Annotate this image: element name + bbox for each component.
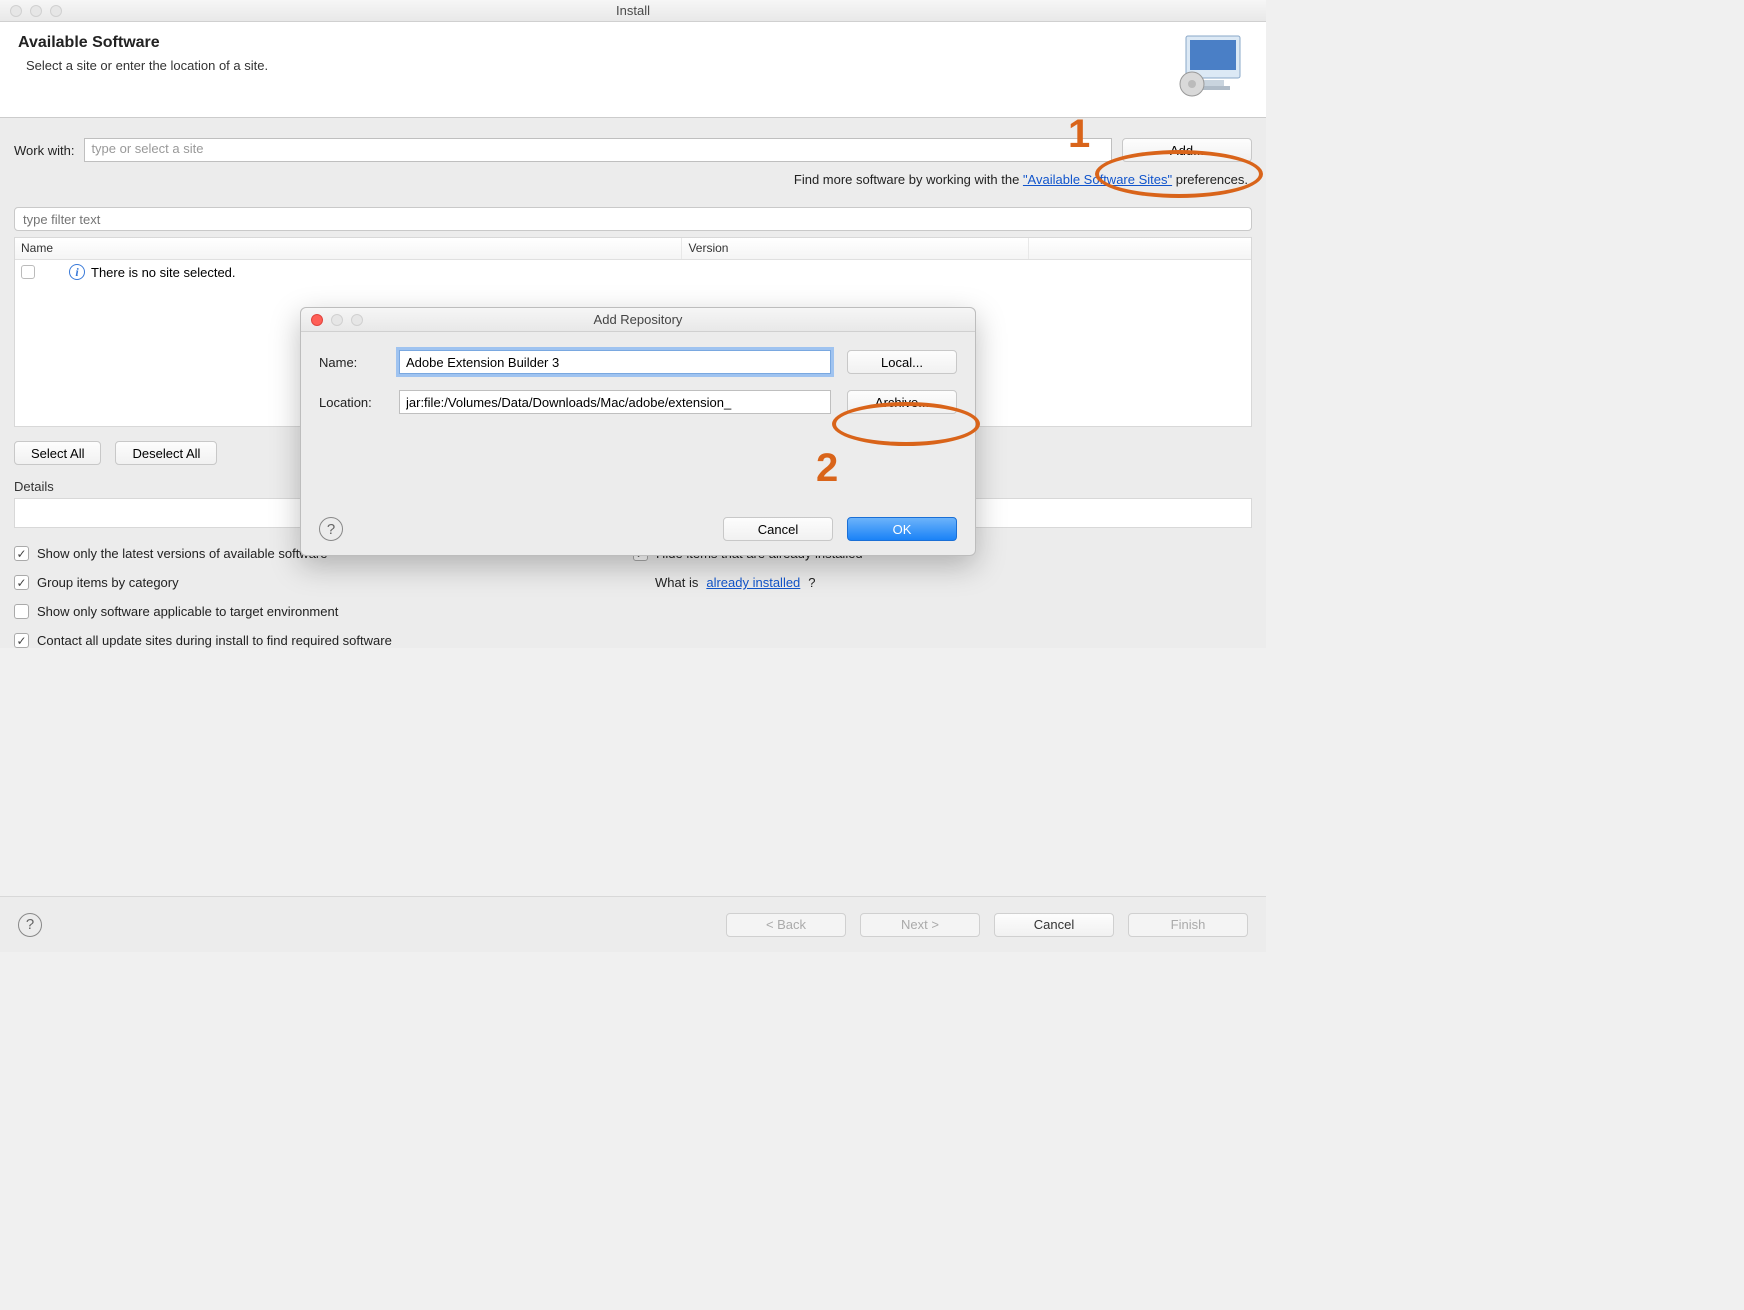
footer-buttons: < Back Next > Cancel Finish — [726, 913, 1248, 937]
empty-message: There is no site selected. — [91, 265, 236, 280]
location-row: Location: Archive... — [319, 390, 957, 414]
name-label: Name: — [319, 355, 383, 370]
dialog-ok-button[interactable]: OK — [847, 517, 957, 541]
what-is-installed: What is already installed? — [633, 575, 1252, 590]
dialog-title: Add Repository — [594, 312, 683, 327]
findmore-suffix: preferences. — [1172, 172, 1248, 187]
dialog-cancel-button[interactable]: Cancel — [723, 517, 833, 541]
dialog-traffic-lights — [301, 314, 363, 326]
table-header: Name Version — [15, 238, 1251, 260]
column-rest — [1029, 238, 1251, 259]
option-label: Show only software applicable to target … — [37, 604, 338, 619]
checkbox-icon[interactable] — [14, 546, 29, 561]
work-with-combo[interactable]: type or select a site — [84, 138, 1112, 162]
help-icon[interactable]: ? — [18, 913, 42, 937]
dialog-minimize-icon — [331, 314, 343, 326]
checkbox-icon[interactable] — [14, 633, 29, 648]
table-row: i There is no site selected. — [15, 260, 1251, 284]
option-target-environment[interactable]: Show only software applicable to target … — [14, 604, 633, 619]
install-wizard-icon — [1176, 30, 1248, 102]
whatis-suffix: ? — [808, 575, 815, 590]
dialog-zoom-icon — [351, 314, 363, 326]
close-window-icon[interactable] — [10, 5, 22, 17]
already-installed-link[interactable]: already installed — [706, 575, 800, 590]
dialog-footer: ? Cancel OK — [319, 517, 957, 541]
repository-name-input[interactable] — [399, 350, 831, 374]
name-row: Name: Local... — [319, 350, 957, 374]
location-label: Location: — [319, 395, 383, 410]
next-button: Next > — [860, 913, 980, 937]
deselect-all-button[interactable]: Deselect All — [115, 441, 217, 465]
option-contact-sites[interactable]: Contact all update sites during install … — [14, 633, 633, 648]
cancel-button[interactable]: Cancel — [994, 913, 1114, 937]
archive-button[interactable]: Archive... — [847, 390, 957, 414]
page-title: Available Software — [18, 34, 1248, 52]
option-label: Contact all update sites during install … — [37, 633, 392, 648]
info-icon: i — [69, 264, 85, 280]
column-version[interactable]: Version — [682, 238, 1028, 259]
findmore-prefix: Find more software by working with the — [794, 172, 1023, 187]
repository-location-input[interactable] — [399, 390, 831, 414]
available-sites-link[interactable]: "Available Software Sites" — [1023, 172, 1172, 187]
find-more-text: Find more software by working with the "… — [14, 172, 1252, 187]
row-checkbox[interactable] — [21, 265, 35, 279]
select-all-button[interactable]: Select All — [14, 441, 101, 465]
options-grid: Show only the latest versions of availab… — [14, 546, 1252, 648]
wizard-header: Available Software Select a site or ente… — [0, 22, 1266, 118]
option-group-category[interactable]: Group items by category — [14, 575, 633, 590]
work-with-row: Work with: type or select a site Add... — [14, 138, 1252, 162]
page-subtitle: Select a site or enter the location of a… — [26, 58, 1248, 73]
dialog-close-icon[interactable] — [311, 314, 323, 326]
traffic-lights — [0, 5, 62, 17]
wizard-footer: ? < Back Next > Cancel Finish — [0, 896, 1266, 952]
local-button[interactable]: Local... — [847, 350, 957, 374]
add-repository-dialog: Add Repository Name: Local... Location: … — [300, 307, 976, 556]
column-name[interactable]: Name — [15, 238, 682, 259]
add-site-button[interactable]: Add... — [1122, 138, 1252, 162]
back-button: < Back — [726, 913, 846, 937]
dialog-titlebar: Add Repository — [301, 308, 975, 332]
dialog-help-icon[interactable]: ? — [319, 517, 343, 541]
checkbox-icon[interactable] — [14, 604, 29, 619]
whatis-prefix: What is — [655, 575, 698, 590]
checkbox-icon[interactable] — [14, 575, 29, 590]
filter-input[interactable] — [14, 207, 1252, 231]
zoom-window-icon[interactable] — [50, 5, 62, 17]
minimize-window-icon[interactable] — [30, 5, 42, 17]
option-label: Show only the latest versions of availab… — [37, 546, 328, 561]
work-with-label: Work with: — [14, 143, 74, 158]
window-titlebar: Install — [0, 0, 1266, 22]
dialog-body: Name: Local... Location: Archive... — [301, 332, 975, 448]
finish-button: Finish — [1128, 913, 1248, 937]
option-label: Group items by category — [37, 575, 179, 590]
window-title: Install — [616, 3, 650, 18]
